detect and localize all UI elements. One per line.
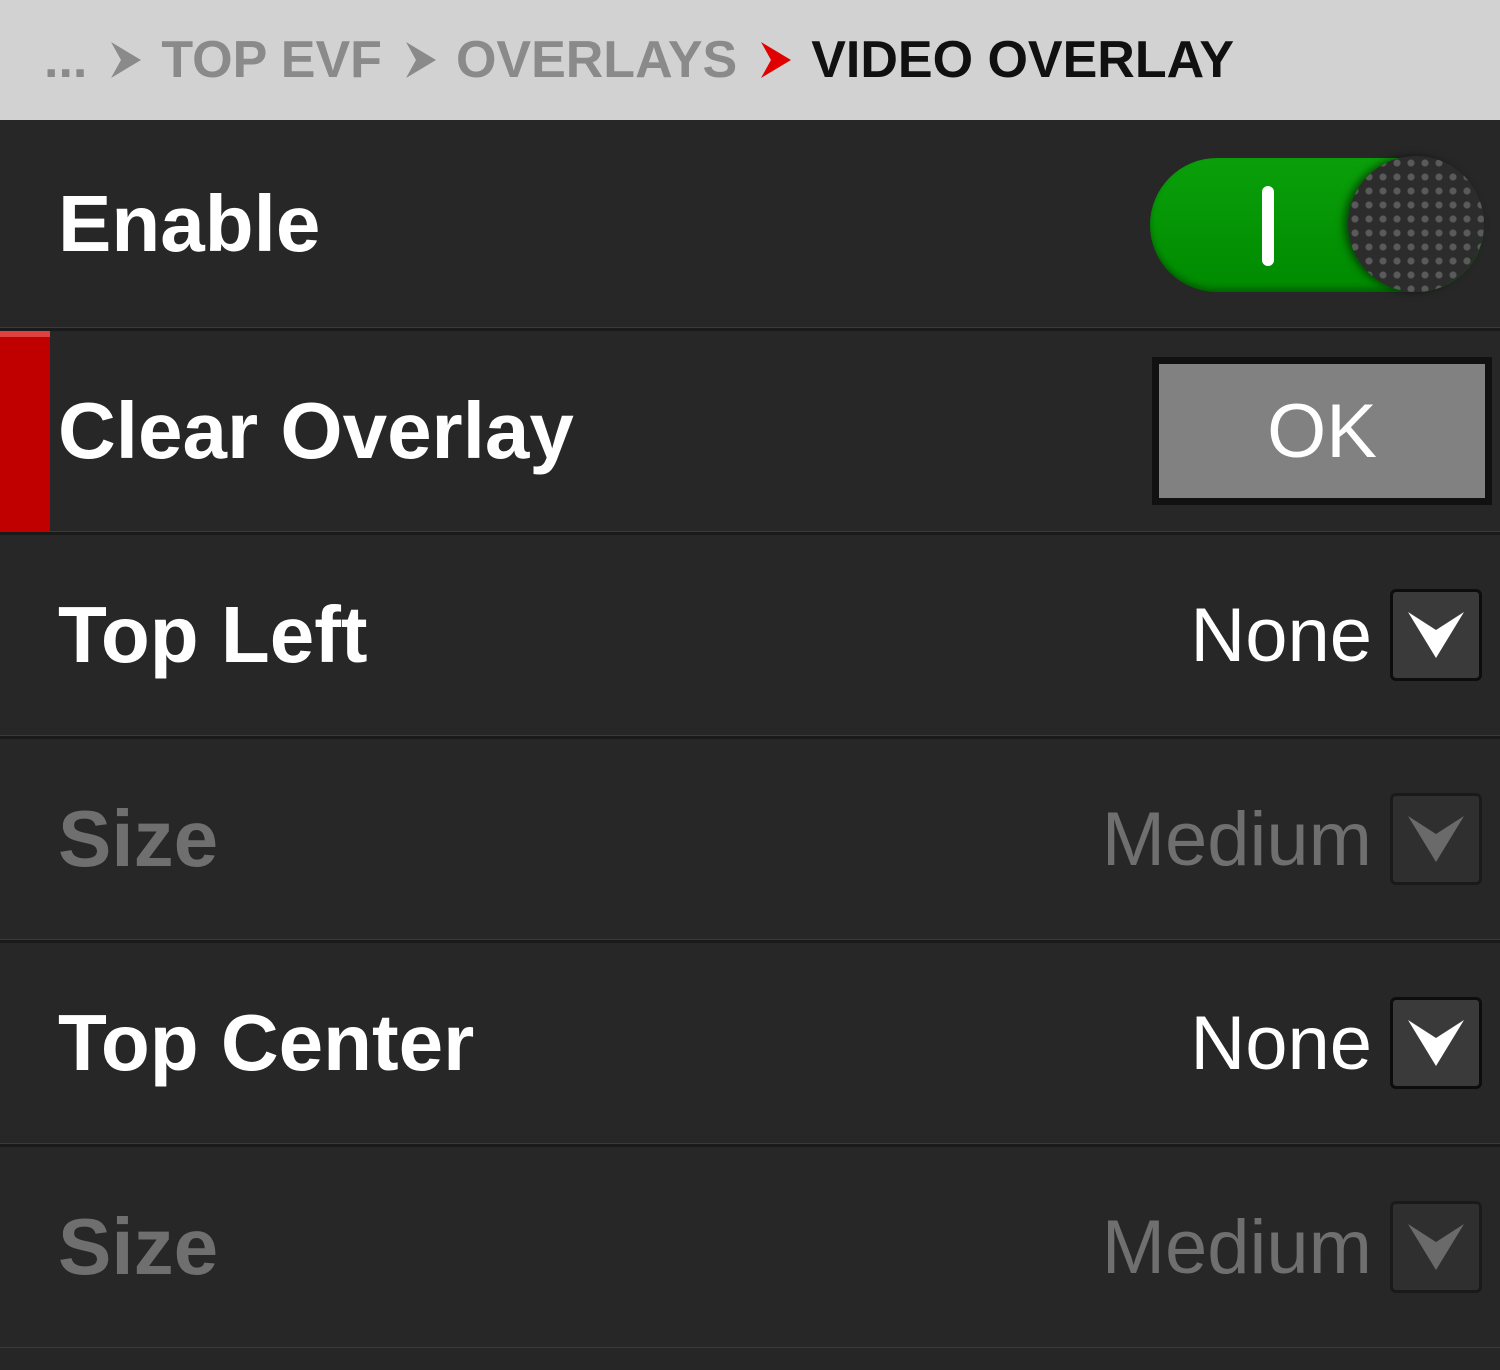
row-top-center[interactable]: Top Center None <box>0 940 1500 1144</box>
selection-indicator <box>0 331 50 531</box>
top-left-value[interactable]: None <box>1190 592 1372 679</box>
breadcrumb-video-overlay: VIDEO OVERLAY <box>811 31 1235 89</box>
top-center-label: Top Center <box>58 998 475 1087</box>
top-left-size-label: Size <box>58 794 219 883</box>
top-left-size-value: Medium <box>1101 796 1372 882</box>
chevron-right-icon <box>757 40 793 80</box>
row-clear-overlay[interactable]: Clear Overlay OK <box>0 328 1500 532</box>
toggle-knob[interactable] <box>1348 156 1484 292</box>
chevron-down-icon[interactable] <box>1390 997 1482 1089</box>
breadcrumb-top-evf[interactable]: TOP EVF <box>161 30 382 90</box>
top-center-dropdown[interactable]: None <box>1190 997 1482 1089</box>
top-left-size-dropdown: Medium <box>1102 793 1482 885</box>
enable-label: Enable <box>58 178 321 268</box>
chevron-down-icon[interactable] <box>1390 589 1482 681</box>
toggle-on-mark-icon <box>1262 186 1274 266</box>
chevron-right-icon <box>107 40 143 80</box>
top-center-value[interactable]: None <box>1190 1000 1372 1087</box>
row-top-center-size: Size Medium <box>0 1144 1500 1348</box>
chevron-right-icon <box>402 40 438 80</box>
top-left-dropdown[interactable]: None <box>1190 589 1482 681</box>
chevron-down-icon <box>1390 1201 1482 1293</box>
enable-toggle[interactable] <box>1150 156 1484 292</box>
ok-button-label: OK <box>1159 364 1485 498</box>
row-enable[interactable]: Enable <box>0 120 1500 328</box>
breadcrumb-ellipsis[interactable]: ... <box>44 30 87 90</box>
top-center-size-label: Size <box>58 1202 219 1291</box>
top-center-size-value: Medium <box>1101 1204 1372 1290</box>
breadcrumb-overlays[interactable]: OVERLAYS <box>456 30 737 90</box>
chevron-down-icon <box>1390 793 1482 885</box>
breadcrumb: ... TOP EVF OVERLAYS VIDEO OVERLAY <box>0 0 1500 120</box>
top-center-size-dropdown: Medium <box>1102 1201 1482 1293</box>
clear-overlay-label: Clear Overlay <box>58 386 574 475</box>
top-left-label: Top Left <box>58 590 368 679</box>
row-top-left[interactable]: Top Left None <box>0 532 1500 736</box>
settings-list: Enable Clear Overlay OK Top Left None Si… <box>0 120 1500 1348</box>
clear-overlay-ok-button[interactable]: OK <box>1152 357 1492 505</box>
row-top-left-size: Size Medium <box>0 736 1500 940</box>
